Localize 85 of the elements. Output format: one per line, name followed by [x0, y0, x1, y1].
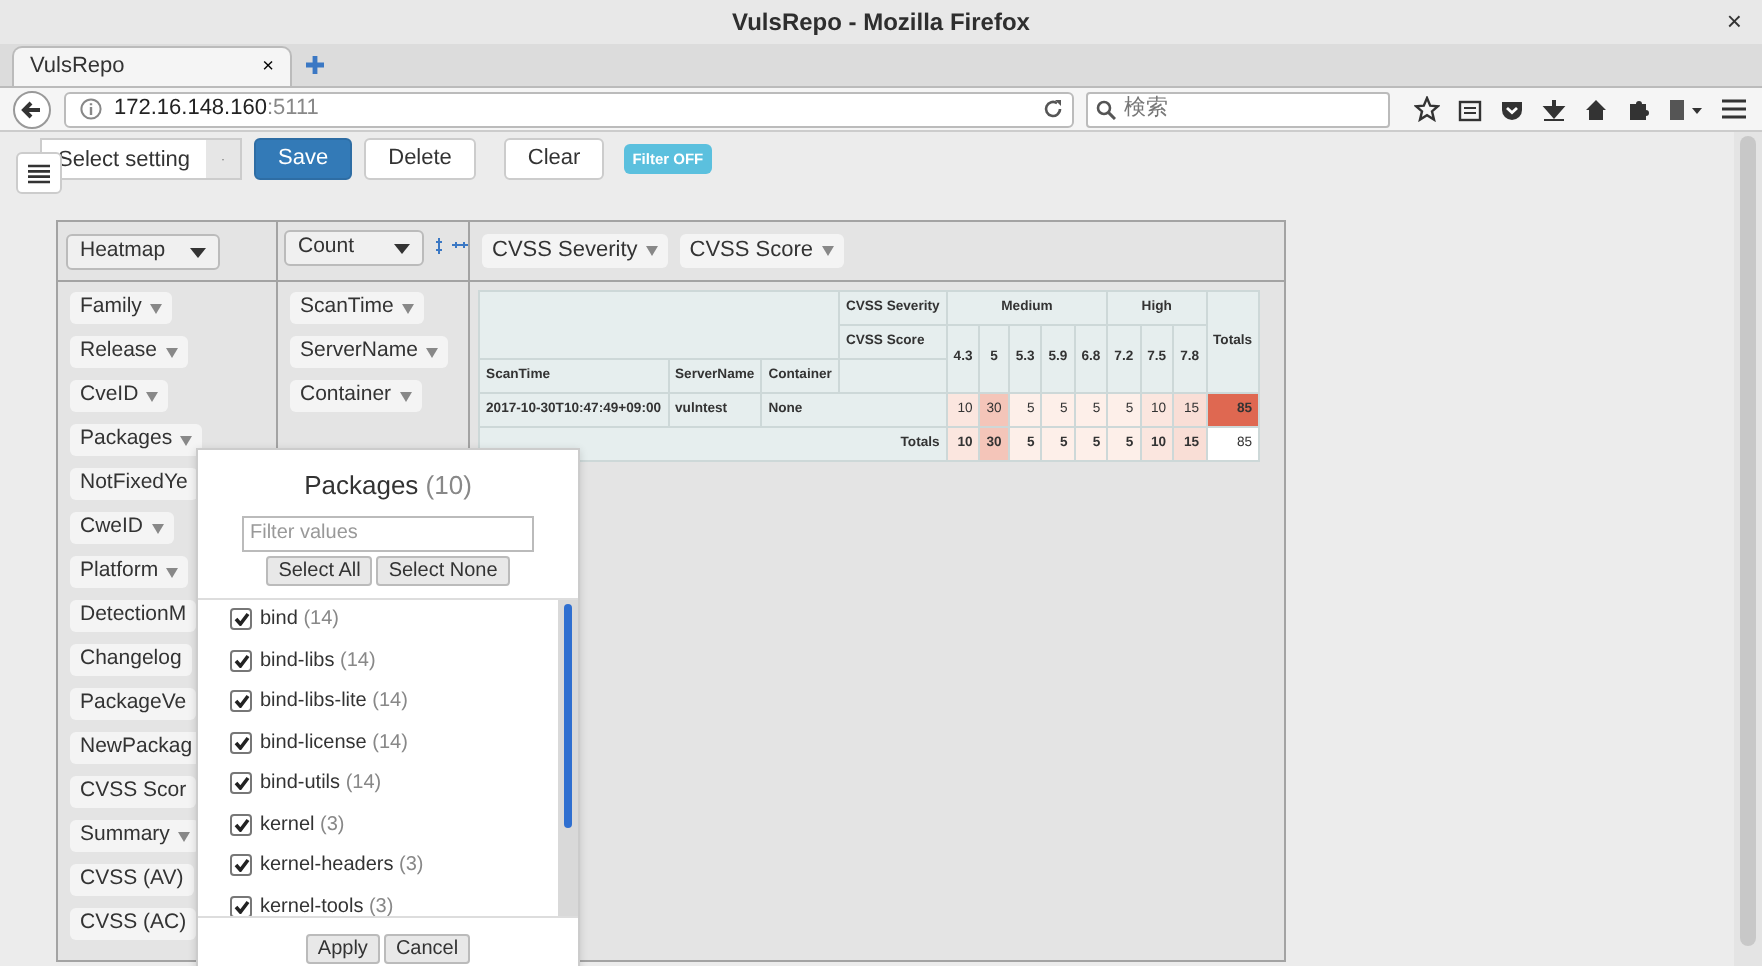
scrollbar[interactable] [1734, 132, 1762, 966]
search-box[interactable]: 検索 [1086, 91, 1390, 127]
attribute-chip[interactable]: Changelog [70, 644, 192, 676]
attribute-chip[interactable]: Release [70, 336, 188, 368]
check-icon [233, 653, 249, 668]
attribute-chip[interactable]: CVSS Severity [482, 234, 668, 268]
value-label: bind-utils (14) [260, 770, 382, 799]
attribute-chip[interactable]: ServerName [290, 336, 448, 368]
select-button[interactable]: Select All [266, 555, 373, 585]
check-icon [233, 735, 249, 750]
close-tab-button[interactable]: × [262, 52, 274, 82]
toolbar-button[interactable]: Save [254, 138, 353, 180]
attribute-chip[interactable]: CVSS (AC) [70, 908, 197, 940]
new-tab-icon[interactable] [304, 54, 326, 76]
attribute-chip[interactable]: Packages [70, 424, 203, 456]
attribute-chip[interactable]: CweID [70, 512, 174, 544]
value-label: bind-license (14) [260, 729, 408, 758]
scrollbar-thumb[interactable] [564, 603, 572, 827]
attribute-chip[interactable]: Container [290, 380, 422, 412]
attribute-chip[interactable]: NotFixedYe [70, 468, 198, 500]
attribute-chip[interactable]: CveID [70, 380, 169, 412]
sort-rows-icon[interactable] [434, 237, 445, 254]
select-button[interactable]: Select None [376, 555, 510, 585]
puzzle-icon[interactable] [1626, 97, 1650, 121]
checkbox[interactable] [230, 608, 252, 631]
url-text: 172.16.148.160:5111 [114, 94, 319, 125]
info-icon [80, 98, 102, 120]
close-button[interactable]: × [1726, 6, 1742, 38]
value-label: bind-libs (14) [260, 647, 376, 676]
checkbox[interactable] [230, 813, 252, 836]
popup-button[interactable]: Apply [305, 933, 380, 963]
checkbox[interactable] [230, 731, 252, 754]
pocket-icon[interactable] [1500, 97, 1524, 121]
home-icon[interactable] [1584, 97, 1608, 121]
attribute-chip[interactable]: Summary [70, 820, 200, 852]
checkbox[interactable] [230, 772, 252, 795]
search-field[interactable]: 検索 [1124, 92, 1364, 126]
search-icon [1096, 99, 1116, 119]
check-icon [233, 694, 249, 709]
attribute-chip[interactable]: PackageVe [70, 688, 197, 720]
aggregator-select[interactable]: Count [284, 230, 425, 266]
scrollbar-thumb[interactable] [1740, 136, 1756, 946]
check-icon [233, 858, 249, 873]
reader-icon[interactable] [1458, 97, 1482, 121]
toolbar-button[interactable]: Delete [364, 138, 476, 180]
check-icon [233, 776, 249, 791]
attribute-chip[interactable]: DetectionM [70, 600, 197, 632]
check-icon [233, 612, 249, 627]
attribute-chip[interactable]: Platform [70, 556, 189, 588]
sort-columns-icon[interactable] [452, 240, 469, 251]
setting-select[interactable]: Select setting [40, 138, 243, 180]
value-label: bind (14) [260, 606, 339, 635]
attribute-chip[interactable]: ScanTime [290, 292, 424, 324]
star-icon[interactable] [1414, 96, 1440, 122]
back-icon[interactable] [12, 89, 52, 129]
menu-icon[interactable] [1722, 98, 1746, 120]
menu-toggle-button[interactable] [16, 152, 62, 194]
check-icon [233, 899, 249, 914]
scrollbar[interactable] [558, 599, 578, 915]
value-label: kernel-headers (3) [260, 852, 424, 881]
library-icon[interactable] [1668, 97, 1704, 121]
toolbar-button[interactable]: Clear [503, 138, 605, 180]
checkbox[interactable] [230, 895, 252, 915]
checkbox[interactable] [230, 690, 252, 713]
popup-title: Packages (10) [302, 468, 474, 504]
download-icon[interactable] [1542, 97, 1566, 121]
filter-input[interactable]: Filter values [242, 515, 534, 551]
address-bar[interactable]: 172.16.148.160:5111 [64, 91, 1074, 127]
reload-icon[interactable] [1042, 98, 1064, 120]
value-label: kernel-tools (3) [260, 893, 394, 915]
checkbox[interactable] [230, 649, 252, 672]
value-label: kernel (3) [260, 811, 345, 840]
menu-icon [28, 163, 50, 183]
value-label: bind-libs-lite (14) [260, 688, 408, 717]
popup-button[interactable]: Cancel [383, 933, 471, 963]
renderer-select[interactable]: Heatmap [66, 234, 220, 270]
window-title: VulsRepo - Mozilla Firefox [732, 6, 1030, 40]
check-icon [233, 817, 249, 832]
attribute-chip[interactable]: CVSS Scor [70, 776, 197, 808]
attribute-chip[interactable]: CVSS Score [679, 234, 844, 268]
attribute-chip[interactable]: CVSS (AV) [70, 864, 194, 896]
browser-tab[interactable]: VulsRepo × [12, 46, 292, 86]
attribute-chip[interactable]: Family [70, 292, 172, 324]
tab-title: VulsRepo [30, 52, 125, 83]
checkbox[interactable] [230, 854, 252, 877]
